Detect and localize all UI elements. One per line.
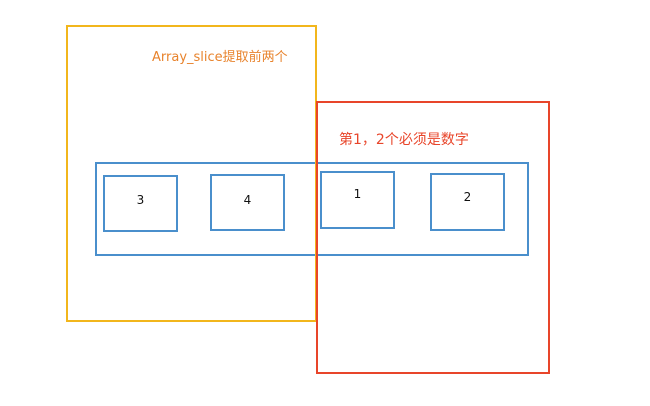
- numeric-region-label: 第1，2个必须是数字: [339, 132, 469, 148]
- slice-region-label: Array_slice提取前两个: [152, 50, 288, 65]
- slice-region-box: [66, 25, 317, 322]
